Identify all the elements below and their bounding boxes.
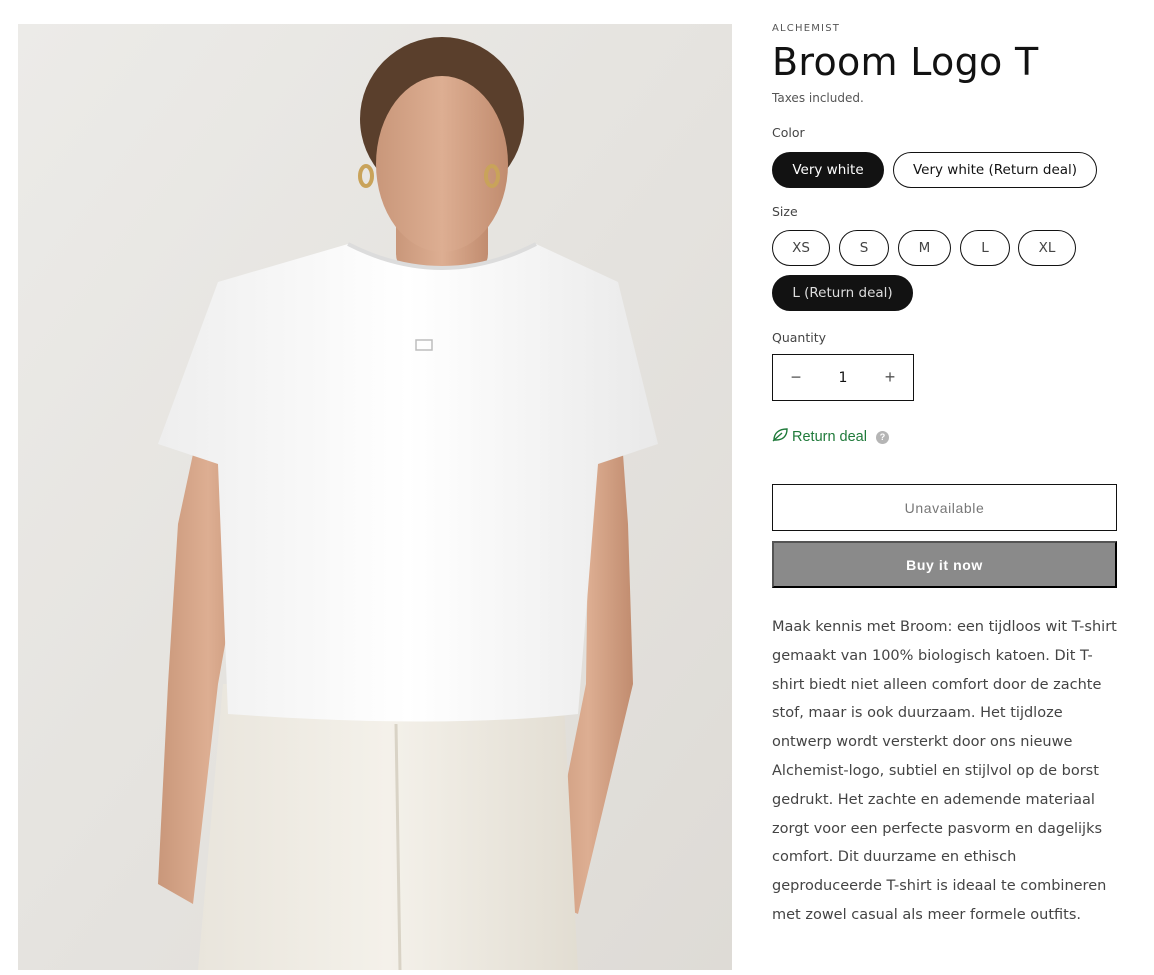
product-description: Maak kennis met Broom: een tijdloos wit … xyxy=(772,619,1117,923)
quantity-input[interactable] xyxy=(819,369,867,386)
taxes-note: Taxes included. xyxy=(772,91,864,105)
quantity-decrease-button[interactable]: − xyxy=(773,355,819,400)
color-very-white-pill[interactable]: Very white xyxy=(772,152,884,188)
size-m-pill[interactable]: M xyxy=(898,230,951,266)
size-option-label: Size xyxy=(772,204,798,219)
buy-it-now-button[interactable]: Buy it now xyxy=(772,541,1117,588)
leaf-icon xyxy=(772,428,788,446)
product-vendor: ALCHEMIST xyxy=(772,23,841,34)
color-option-label: Color xyxy=(772,125,805,140)
product-photo-illustration xyxy=(18,24,732,970)
product-image[interactable] xyxy=(18,24,732,970)
unavailable-button[interactable]: Unavailable xyxy=(772,484,1117,531)
return-deal-label: Return deal xyxy=(792,429,867,445)
help-icon[interactable]: ? xyxy=(875,430,889,444)
quantity-increase-button[interactable]: + xyxy=(867,355,913,400)
color-very-white-return-deal-pill[interactable]: Very white (Return deal) xyxy=(893,152,1097,188)
quantity-label: Quantity xyxy=(772,330,827,345)
quantity-stepper: − + xyxy=(772,354,914,401)
product-title: Broom Logo T xyxy=(772,40,1039,84)
size-xs-pill[interactable]: XS xyxy=(772,230,830,266)
return-deal-link[interactable]: Return deal ? xyxy=(772,428,889,446)
size-s-pill[interactable]: S xyxy=(839,230,889,266)
size-l-pill[interactable]: L xyxy=(960,230,1010,266)
size-xl-pill[interactable]: XL xyxy=(1018,230,1076,266)
size-l-return-deal-pill[interactable]: L (Return deal) xyxy=(772,275,913,311)
